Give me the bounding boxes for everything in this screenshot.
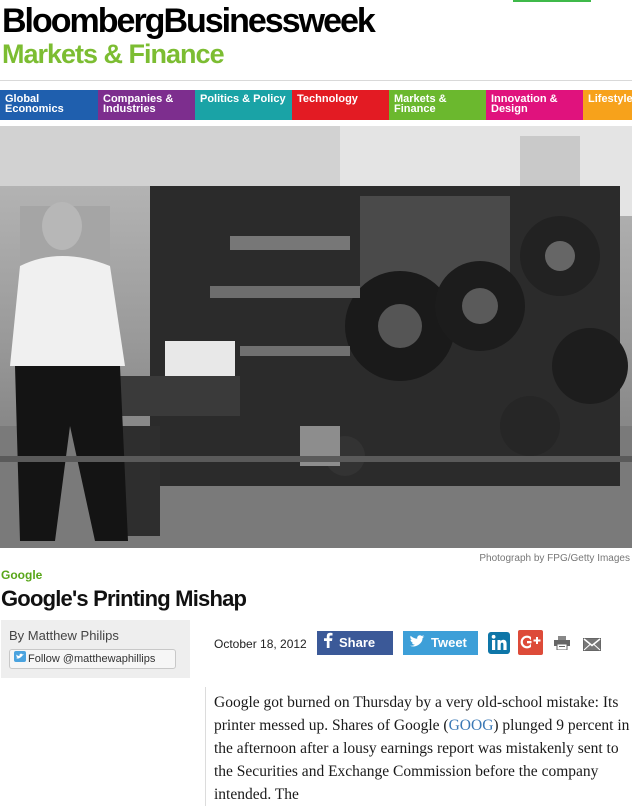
nav-companies-industries[interactable]: Companies & Industries [98, 90, 195, 120]
photo-credit: Photograph by FPG/Getty Images [479, 553, 630, 564]
brand-logo[interactable]: BloombergBusinessweek [2, 1, 376, 41]
facebook-icon [323, 632, 333, 656]
follow-author-button[interactable]: Follow @matthewaphillips [9, 649, 176, 669]
facebook-share-button[interactable]: Share [317, 631, 393, 655]
nav-innovation-design[interactable]: Innovation & Design [486, 90, 583, 120]
nav-politics-policy[interactable]: Politics & Policy [195, 90, 292, 120]
nav-technology[interactable]: Technology [292, 90, 389, 120]
publish-date: October 18, 2012 [214, 637, 307, 651]
tweet-label: Tweet [431, 635, 467, 650]
twitter-icon [409, 632, 425, 656]
ticker-link[interactable]: GOOG [449, 717, 494, 734]
masthead-divider [0, 80, 632, 81]
author-box: By Matthew Philips Follow @matthewaphill… [1, 620, 190, 678]
masthead: BloombergBusinessweek Markets & Finance [0, 0, 632, 86]
linkedin-icon[interactable] [488, 632, 510, 659]
nav-lifestyle[interactable]: Lifestyle [583, 90, 632, 120]
follow-label: Follow @matthewaphillips [28, 653, 156, 665]
twitter-bird-icon [14, 650, 26, 668]
article-kicker[interactable]: Google [1, 568, 42, 582]
byline[interactable]: By Matthew Philips [9, 628, 119, 643]
printing-press-photo [0, 126, 632, 548]
article-photo [0, 126, 632, 548]
tweet-button[interactable]: Tweet [403, 631, 478, 655]
nav-markets-finance[interactable]: Markets & Finance [389, 90, 486, 120]
article-headline: Google's Printing Mishap [1, 586, 247, 611]
section-title[interactable]: Markets & Finance [2, 39, 225, 69]
nav-global-economics[interactable]: Global Economics [0, 90, 98, 120]
ad-sliver [513, 0, 591, 2]
email-icon[interactable] [583, 638, 601, 656]
section-nav: Global Economics Companies & Industries … [0, 90, 632, 120]
article-body: Google got burned on Thursday by a very … [205, 687, 632, 806]
google-plus-icon[interactable] [518, 630, 543, 660]
print-icon[interactable] [554, 636, 570, 655]
facebook-share-label: Share [339, 635, 376, 650]
